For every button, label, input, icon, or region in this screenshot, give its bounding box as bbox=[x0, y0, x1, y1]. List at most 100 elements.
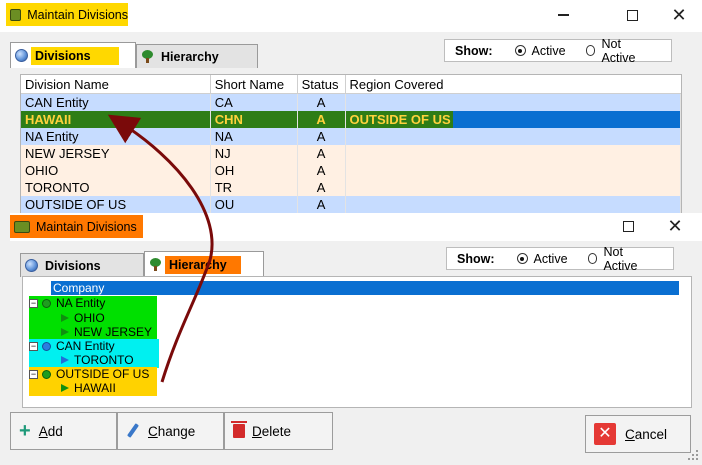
plus-icon: + bbox=[19, 420, 31, 442]
cell-division-name: TORONTO bbox=[21, 179, 211, 196]
table-row-selected[interactable]: HAWAII CHN A OUTSIDE OF US bbox=[21, 111, 681, 128]
table-row[interactable]: CAN Entity CA A bbox=[21, 94, 681, 111]
window-2-title-text: Maintain Divisions bbox=[36, 219, 137, 234]
cell-division-name: OUTSIDE OF US bbox=[21, 196, 211, 213]
cell-short-name: NJ bbox=[210, 145, 298, 162]
change-button-mnemonic: C bbox=[148, 423, 158, 439]
maximize-button[interactable] bbox=[609, 0, 655, 30]
close-button[interactable]: ✕ bbox=[656, 0, 702, 30]
resize-grip[interactable] bbox=[686, 448, 700, 462]
collapse-icon[interactable]: − bbox=[29, 369, 38, 379]
leaf-arrow-icon bbox=[61, 314, 69, 322]
show-filter: Show: Active Not Active bbox=[446, 245, 674, 273]
divisions-table[interactable]: Division Name Short Name Status Region C… bbox=[20, 74, 682, 214]
minimize-button[interactable] bbox=[540, 0, 586, 30]
col-short-name[interactable]: Short Name bbox=[211, 75, 298, 94]
cancel-button[interactable]: ✕ Cancel bbox=[585, 415, 691, 453]
col-division-name[interactable]: Division Name bbox=[21, 75, 211, 94]
tab-divisions[interactable]: Divisions bbox=[10, 42, 136, 68]
radio-active[interactable]: Active bbox=[514, 44, 566, 58]
close-icon: ✕ bbox=[667, 216, 683, 236]
node-ball-icon bbox=[42, 298, 51, 308]
table-row[interactable]: TORONTO TR A bbox=[21, 179, 681, 196]
cell-status: A bbox=[297, 128, 346, 145]
table-row[interactable]: OHIO OH A bbox=[21, 162, 681, 179]
show-label: Show: bbox=[457, 251, 495, 266]
cell-short-name: NA bbox=[210, 128, 298, 145]
table-row[interactable]: NA Entity NA A bbox=[21, 128, 681, 145]
cell-short-name: TR bbox=[210, 179, 298, 196]
add-button[interactable]: + Add bbox=[10, 412, 117, 450]
cell-division-name: OHIO bbox=[21, 162, 211, 179]
tab-divisions-label: Divisions bbox=[45, 258, 101, 273]
cell-short-name: OU bbox=[210, 196, 298, 213]
tab-hierarchy[interactable]: Hierarchy bbox=[144, 251, 264, 277]
cancel-button-label: ancel bbox=[634, 426, 668, 442]
cell-short-name: OH bbox=[210, 162, 298, 179]
table-header: Division Name Short Name Status Region C… bbox=[21, 75, 681, 94]
radio-dot-icon bbox=[514, 45, 526, 56]
cell-status: A bbox=[297, 145, 346, 162]
cell-division-name: NEW JERSEY bbox=[21, 145, 211, 162]
region-highlight: OUTSIDE OF US bbox=[345, 111, 453, 128]
tree-node-label: Company bbox=[53, 281, 105, 295]
collapse-icon[interactable]: − bbox=[29, 341, 38, 351]
node-ball-icon bbox=[42, 369, 51, 379]
col-status[interactable]: Status bbox=[298, 75, 346, 94]
cell-short-name: CA bbox=[210, 94, 298, 111]
tree-node-new-jersey[interactable]: NEW JERSEY bbox=[61, 325, 152, 339]
delete-button-mnemonic: D bbox=[252, 423, 262, 439]
window-2: Maintain Divisions ✕ Divisions Hierarchy… bbox=[10, 213, 702, 408]
tree-node-ohio[interactable]: OHIO bbox=[61, 311, 105, 325]
tab-divisions[interactable]: Divisions bbox=[20, 253, 144, 277]
collapse-icon[interactable]: − bbox=[29, 298, 38, 308]
tab-hierarchy[interactable]: Hierarchy bbox=[136, 44, 258, 68]
tree-node-toronto[interactable]: TORONTO bbox=[61, 353, 134, 367]
radio-not-active[interactable]: Not Active bbox=[585, 36, 651, 65]
radio-dot-icon bbox=[585, 45, 596, 56]
window-1-titlebar: Maintain Divisions ✕ bbox=[0, 0, 702, 32]
cell-status: A bbox=[297, 162, 346, 179]
table-row[interactable]: NEW JERSEY NJ A bbox=[21, 145, 681, 162]
radio-dot-icon bbox=[516, 253, 528, 264]
leaf-arrow-icon bbox=[61, 328, 69, 336]
cell-region bbox=[345, 128, 681, 145]
delete-button-label: elete bbox=[261, 423, 292, 439]
radio-active[interactable]: Active bbox=[516, 252, 568, 266]
cell-status: A bbox=[297, 111, 346, 128]
table-row[interactable]: OUTSIDE OF US OU A bbox=[21, 196, 681, 213]
tree-node-hawaii[interactable]: HAWAII bbox=[61, 381, 116, 395]
tab-divisions-label: Divisions bbox=[31, 46, 119, 65]
cell-status: A bbox=[297, 196, 346, 213]
tree-icon bbox=[141, 50, 154, 63]
tree-node-outside-of-us[interactable]: − OUTSIDE OF US bbox=[29, 367, 149, 381]
add-button-label: dd bbox=[47, 423, 63, 439]
change-button[interactable]: Change bbox=[117, 412, 224, 450]
maximize-button[interactable] bbox=[605, 211, 651, 241]
tab-hierarchy-label: Hierarchy bbox=[165, 255, 241, 274]
globe-icon bbox=[25, 259, 38, 272]
tree-node-label: HAWAII bbox=[74, 381, 116, 395]
tree-node-can-entity[interactable]: − CAN Entity bbox=[29, 339, 115, 353]
window-2-title: Maintain Divisions bbox=[10, 215, 143, 238]
tree-node-root[interactable]: Company bbox=[51, 281, 679, 295]
radio-not-active-label: Not Active bbox=[601, 36, 636, 65]
tree-node-na-entity[interactable]: − NA Entity bbox=[29, 296, 105, 310]
add-button-mnemonic: A bbox=[38, 423, 48, 439]
cell-division-name: HAWAII bbox=[21, 111, 211, 128]
tree-icon bbox=[149, 258, 162, 271]
cell-division-name: CAN Entity bbox=[21, 94, 211, 111]
change-button-label: hange bbox=[157, 423, 196, 439]
leaf-arrow-icon bbox=[61, 356, 69, 364]
leaf-arrow-icon bbox=[61, 384, 69, 392]
delete-button[interactable]: Delete bbox=[224, 412, 333, 450]
cell-region bbox=[345, 94, 681, 111]
radio-not-active[interactable]: Not Active bbox=[587, 245, 653, 273]
hierarchy-tree[interactable]: Company − NA Entity OHIO NEW JERSEY − CA… bbox=[22, 276, 692, 408]
show-filter: Show: Active Not Active bbox=[444, 36, 672, 65]
trash-icon bbox=[231, 421, 247, 438]
tree-node-label: NEW JERSEY bbox=[74, 325, 153, 339]
close-button[interactable]: ✕ bbox=[652, 211, 698, 241]
col-region-covered[interactable]: Region Covered bbox=[346, 75, 681, 94]
tab-hierarchy-label: Hierarchy bbox=[161, 49, 219, 64]
